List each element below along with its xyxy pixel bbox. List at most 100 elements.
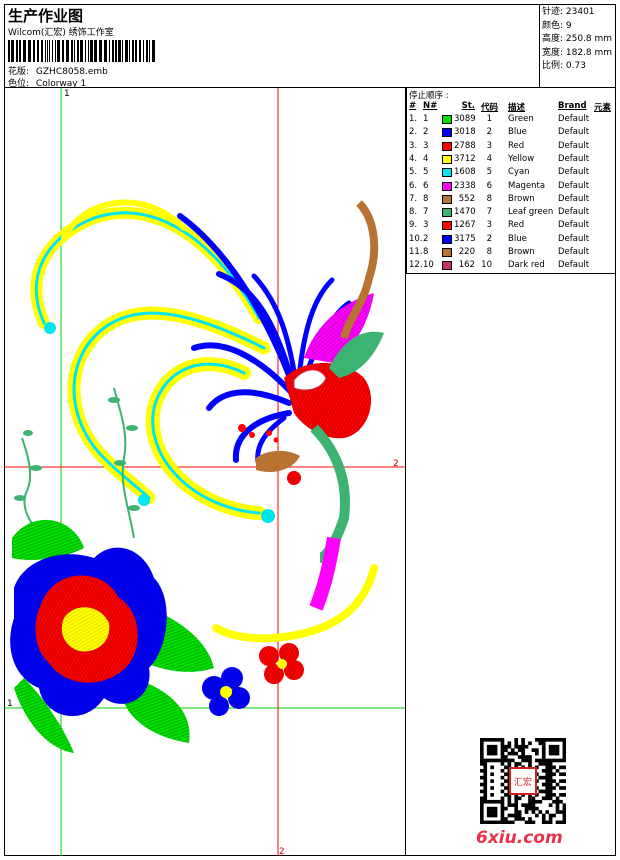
qr-module (548, 738, 553, 742)
row-needle-no: 2 (423, 127, 429, 138)
qr-module (521, 741, 525, 746)
barcode-bar (52, 40, 53, 62)
qr-module (483, 789, 488, 794)
qr-module (507, 744, 512, 749)
col-header-no: N# (423, 101, 438, 111)
barcode-bar (77, 40, 79, 62)
qr-module (548, 768, 553, 773)
qr-module (528, 803, 532, 807)
qr-module (545, 768, 549, 773)
qr-module (514, 806, 519, 811)
qr-module (541, 748, 546, 752)
qr-module (504, 772, 508, 777)
qr-module (504, 793, 508, 797)
qr-module (538, 738, 543, 742)
phoenix-beak-brown (256, 450, 300, 473)
row-stitches: 552 (458, 193, 475, 204)
qr-module (500, 755, 505, 759)
qr-module (483, 738, 488, 742)
qr-module (552, 813, 556, 818)
qr-module (521, 751, 525, 756)
row-code: 1 (486, 114, 492, 124)
barcode-bar (109, 40, 110, 62)
qr-module (562, 738, 566, 742)
row-code: 2 (486, 233, 492, 244)
barcode-bar (74, 40, 75, 62)
qr-module (548, 817, 553, 821)
qr-module (514, 751, 519, 756)
qr-module (480, 758, 484, 763)
qr-module (545, 820, 549, 824)
qr-module (500, 813, 505, 818)
qr-module (480, 789, 484, 794)
qr-module (545, 775, 549, 780)
qr-module (514, 744, 519, 749)
qr-module (562, 820, 566, 824)
barcode-bar (125, 40, 128, 62)
guide-label-bottom: 2 (279, 847, 285, 856)
row-brand: Default (558, 220, 590, 231)
qr-module (548, 758, 553, 763)
qr-module (480, 782, 484, 787)
qr-module (555, 751, 560, 756)
qr-module (531, 803, 536, 807)
barcode-bar (132, 40, 134, 62)
qr-module (483, 782, 488, 787)
qr-module (541, 768, 546, 773)
qr-module (524, 806, 529, 811)
qr-module (500, 775, 505, 780)
row-brand: Default (558, 153, 590, 164)
qr-module (504, 817, 508, 821)
qr-module (541, 817, 546, 821)
qr-module (521, 744, 525, 749)
qr-module (562, 810, 566, 814)
barcode-bar (80, 40, 83, 62)
qr-module (538, 775, 543, 780)
qr-module (552, 772, 556, 777)
qr-module (504, 820, 508, 824)
qr-module (562, 786, 566, 790)
qr-module (562, 813, 566, 818)
row-stitches: 220 (458, 247, 475, 257)
qr-module (538, 810, 543, 814)
qr-module (507, 751, 512, 756)
qr-module (555, 820, 560, 824)
qr-module (548, 772, 553, 777)
row-code: 3 (486, 140, 492, 151)
qr-module (480, 744, 484, 749)
qr-module (486, 744, 491, 749)
qr-module (486, 813, 491, 818)
barcode-bar (118, 40, 121, 62)
qr-module (548, 782, 553, 787)
stitch-count: 针迹: 23401 (542, 7, 595, 17)
color-swatch (442, 115, 452, 124)
row-stitches: 3175 (454, 233, 476, 244)
qr-module (528, 758, 532, 763)
barcode-bar (90, 40, 93, 62)
row-num: 11. (409, 247, 423, 257)
barcode-bar (152, 40, 155, 62)
row-description: Blue (508, 233, 527, 244)
qr-module (480, 748, 484, 752)
qr-module (514, 741, 519, 746)
qr-module (535, 758, 539, 763)
col-header-code: 代码 (481, 103, 499, 113)
qr-module (500, 741, 505, 746)
plume-eye-3 (261, 509, 275, 523)
qr-module (555, 758, 560, 763)
qr-module (514, 810, 519, 814)
barcode-bar (47, 40, 48, 62)
qr-module (535, 748, 539, 752)
qr-module (555, 796, 560, 801)
row-needle-no: 2 (423, 233, 429, 244)
qr-module (500, 738, 505, 742)
phoenix-head-red (287, 471, 301, 485)
qr-module (490, 799, 494, 804)
qr-module (528, 820, 532, 824)
row-stitches: 3018 (454, 127, 476, 138)
row-description: Green (508, 114, 534, 124)
barcode-bar (16, 40, 18, 62)
qr-module (552, 793, 556, 797)
qr-module (483, 820, 488, 824)
qr-module (493, 810, 498, 814)
